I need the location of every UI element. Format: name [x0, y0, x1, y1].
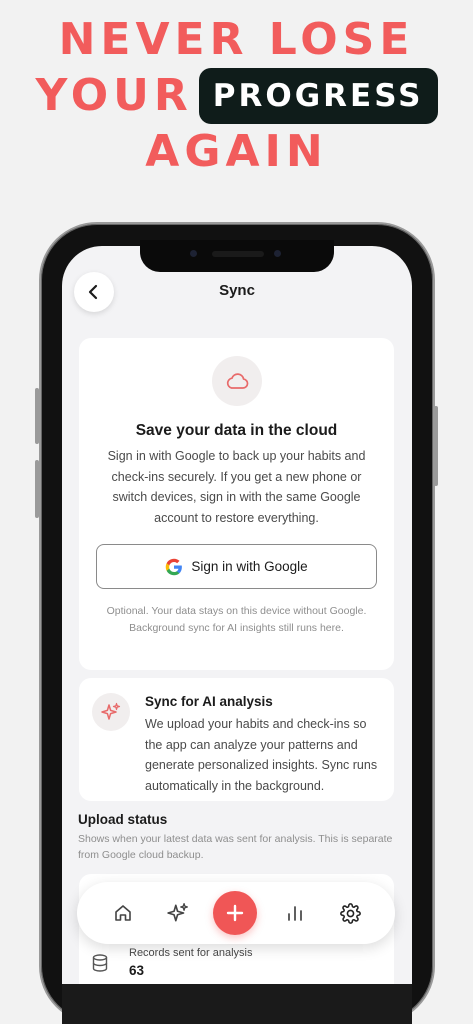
- headline-line-1: NEVER LOSE: [58, 14, 415, 65]
- headline-line-2: YOUR PROGRESS: [0, 68, 473, 124]
- earpiece-speaker: [212, 251, 264, 257]
- sparkle-icon-badge: [92, 693, 130, 731]
- phone-bottom-bezel: [62, 984, 412, 1024]
- page-title: Sync: [219, 282, 255, 299]
- app-screen: Sync Save your data in the cloud Sign in…: [62, 246, 412, 1024]
- ai-card-description: We upload your habits and check-ins so t…: [145, 717, 378, 793]
- cloud-card-description: Sign in with Google to back up your habi…: [107, 449, 366, 525]
- add-icon: [226, 904, 244, 922]
- google-logo-icon: [166, 558, 183, 575]
- home-icon: [115, 905, 131, 921]
- phone-power-button: [434, 406, 438, 486]
- cloud-icon-badge: [212, 356, 262, 406]
- nav-home[interactable]: [109, 899, 137, 927]
- nav-settings[interactable]: [336, 899, 364, 927]
- records-sent-label: Records sent for analysis: [129, 947, 253, 959]
- google-sign-in-button[interactable]: Sign in with Google: [96, 544, 377, 589]
- gear-icon: [339, 902, 361, 924]
- upload-status-description: Shows when your latest data was sent for…: [78, 833, 393, 861]
- sparkle-icon: [167, 902, 189, 922]
- chart-icon: [288, 906, 302, 921]
- database-icon: [92, 954, 108, 972]
- bottom-nav-bar: [77, 882, 395, 944]
- front-camera: [190, 250, 197, 257]
- ai-card-title: Sync for AI analysis: [145, 694, 273, 709]
- ai-sync-card: Sync for AI analysis We upload your habi…: [79, 678, 394, 801]
- headline-line-3: AGAIN: [145, 126, 328, 177]
- headline-your: YOUR: [35, 70, 193, 121]
- cloud-card-note: Optional. Your data stays on this device…: [106, 605, 367, 634]
- phone-notch: [140, 240, 334, 272]
- cloud-icon: [226, 373, 249, 389]
- cloud-card-title: Save your data in the cloud: [135, 422, 338, 439]
- proximity-sensor: [274, 250, 281, 257]
- records-sent-value: 63: [129, 963, 145, 978]
- add-button[interactable]: [213, 891, 257, 935]
- promo-headline: NEVER LOSE YOUR PROGRESS AGAIN: [0, 14, 473, 178]
- sparkle-icon: [101, 702, 121, 720]
- cloud-backup-card: Save your data in the cloud Sign in with…: [79, 338, 394, 670]
- nav-stats[interactable]: [281, 899, 309, 927]
- google-sign-in-label: Sign in with Google: [191, 559, 308, 574]
- phone-volume-down: [35, 460, 39, 518]
- nav-insights[interactable]: [164, 899, 192, 927]
- headline-progress-pill: PROGRESS: [198, 68, 438, 124]
- phone-volume-up: [35, 388, 39, 444]
- upload-status-title: Upload status: [78, 812, 168, 827]
